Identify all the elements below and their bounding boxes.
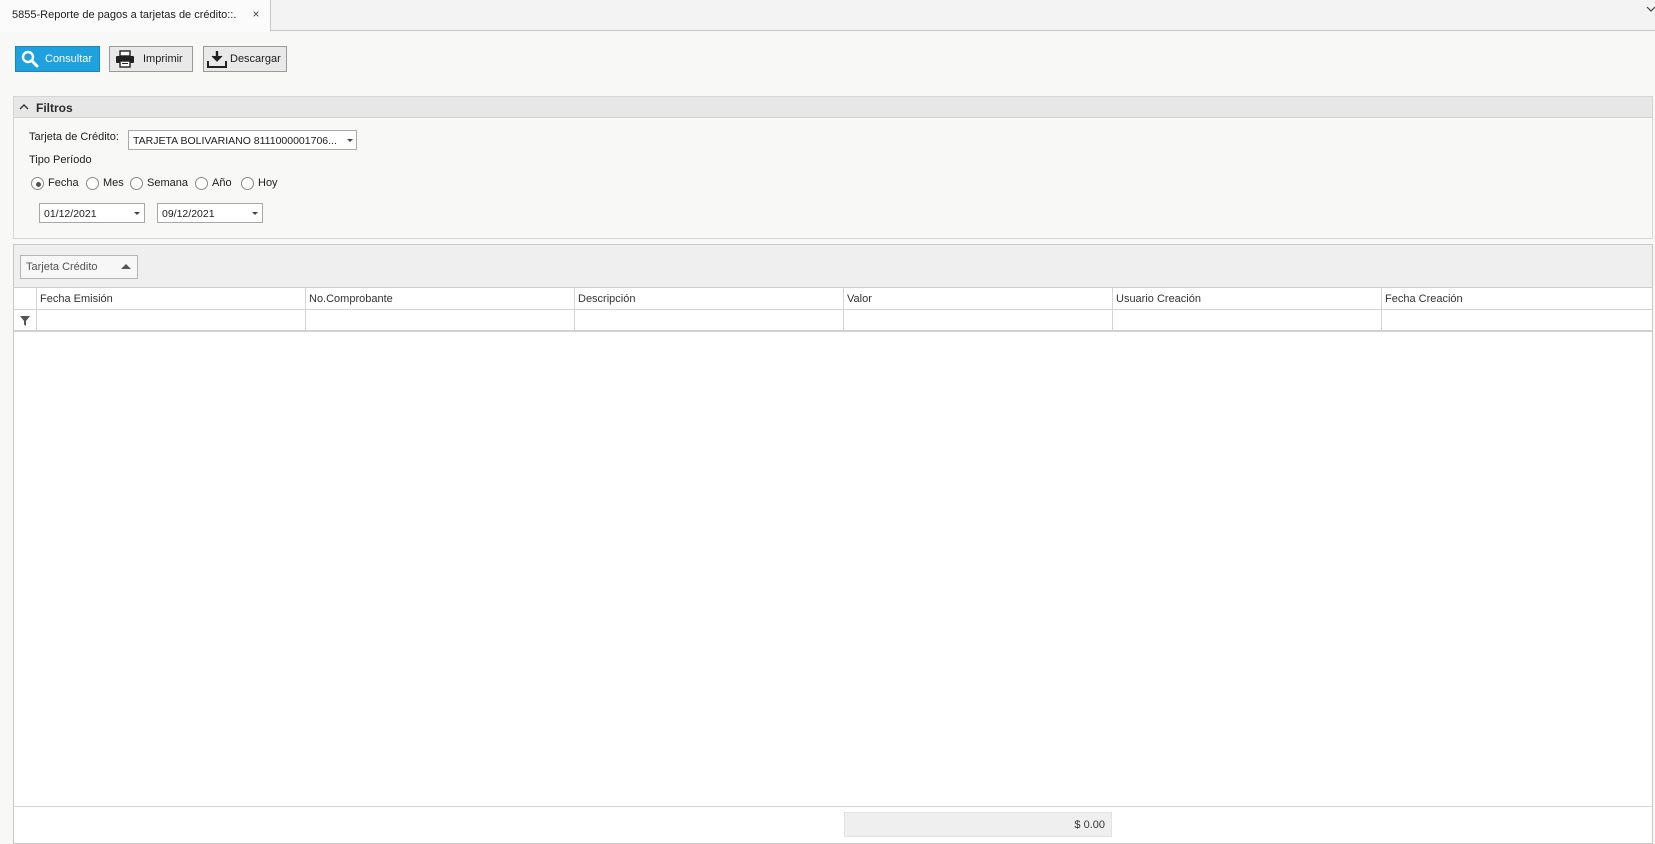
sort-ascending-icon (121, 264, 131, 269)
col-descripcion[interactable]: Descripción (574, 288, 843, 310)
filters-title: Filtros (36, 101, 73, 115)
col-valor[interactable]: Valor (843, 288, 1112, 310)
descargar-label: Descargar (230, 53, 281, 65)
radio-dot (36, 182, 41, 187)
radio-semana-label: Semana (147, 177, 188, 189)
date-from-value: 01/12/2021 (44, 208, 97, 220)
filter-cell-fecha-emision[interactable] (36, 310, 305, 331)
search-icon (21, 50, 39, 68)
column-headers: Fecha Emisión No.Comprobante Descripción… (14, 288, 1652, 310)
col-label: Fecha Emisión (40, 293, 113, 305)
radio-circle (241, 177, 254, 190)
col-label: Fecha Creación (1385, 293, 1463, 305)
radio-hoy-label: Hoy (258, 177, 278, 189)
filter-cell-fecha-creacion[interactable] (1381, 310, 1652, 331)
radio-circle (130, 177, 143, 190)
imprimir-label: Imprimir (143, 53, 183, 65)
tab-title: 5855-Reporte de pagos a tarjetas de créd… (12, 9, 237, 21)
imprimir-button[interactable]: Imprimir (109, 46, 193, 72)
payments-grid: Tarjeta Crédito Fecha Emisión No.Comprob… (13, 244, 1653, 844)
valor-total-cell: $ 0.00 (844, 812, 1112, 837)
tab-close-button[interactable]: × (250, 7, 262, 21)
group-panel: Tarjeta Crédito (14, 245, 1652, 288)
chevron-down-icon (347, 139, 353, 142)
chevron-down-icon (134, 212, 140, 215)
footer-divider (14, 806, 1652, 807)
tab-report[interactable]: 5855-Reporte de pagos a tarjetas de créd… (0, 0, 271, 32)
radio-circle (195, 177, 208, 190)
consultar-button[interactable]: Consultar (15, 46, 100, 72)
date-from-picker[interactable]: 01/12/2021 (39, 203, 145, 223)
col-label: Descripción (578, 293, 636, 305)
date-to-picker[interactable]: 09/12/2021 (157, 203, 263, 223)
col-fecha-creacion[interactable]: Fecha Creación (1381, 288, 1652, 310)
auto-filter-row (14, 310, 1652, 332)
chevron-down-icon[interactable] (1646, 3, 1655, 15)
group-by-label: Tarjeta Crédito (26, 261, 98, 273)
filters-header[interactable]: Filtros (14, 97, 1652, 118)
col-label: No.Comprobante (309, 293, 393, 305)
radio-circle (86, 177, 99, 190)
date-to-value: 09/12/2021 (162, 208, 215, 220)
filter-cell-usuario-creacion[interactable] (1112, 310, 1381, 331)
radio-fecha-label: Fecha (48, 177, 79, 189)
col-label: Usuario Creación (1116, 293, 1201, 305)
col-fecha-emision[interactable]: Fecha Emisión (36, 288, 305, 310)
filter-icon[interactable] (20, 316, 30, 326)
group-by-chip[interactable]: Tarjeta Crédito (20, 255, 138, 279)
col-label: Valor (847, 293, 872, 305)
descargar-button[interactable]: Descargar (203, 46, 287, 72)
filter-cell-valor[interactable] (843, 310, 1112, 331)
radio-mes-label: Mes (103, 177, 124, 189)
period-type-label: Tipo Período (29, 154, 92, 166)
chevron-up-icon[interactable] (19, 103, 29, 111)
valor-total: $ 0.00 (1074, 819, 1105, 831)
radio-circle (31, 177, 44, 190)
printer-icon (116, 50, 134, 68)
chevron-down-icon (252, 212, 258, 215)
card-select-value: TARJETA BOLIVARIANO 8111000001706... (133, 135, 337, 147)
col-no-comprobante[interactable]: No.Comprobante (305, 288, 574, 310)
consultar-label: Consultar (45, 53, 93, 65)
card-select[interactable]: TARJETA BOLIVARIANO 8111000001706... (128, 130, 357, 150)
filter-cell-no-comprobante[interactable] (305, 310, 574, 331)
card-label: Tarjeta de Crédito: (29, 131, 119, 143)
col-usuario-creacion[interactable]: Usuario Creación (1112, 288, 1381, 310)
filter-cell-descripcion[interactable] (574, 310, 843, 331)
radio-anio-label: Año (212, 177, 232, 189)
download-icon (207, 51, 227, 68)
